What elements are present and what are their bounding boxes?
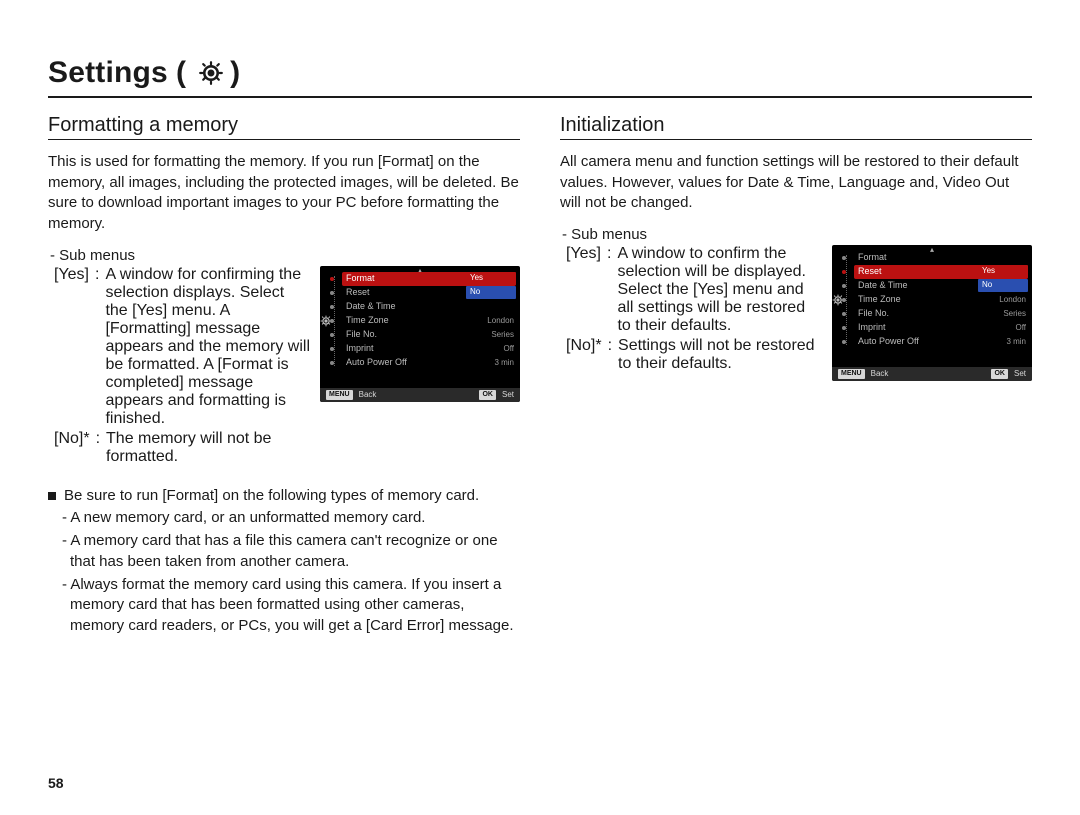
picker-option-no: No [978,279,1028,292]
def-val: Settings will not be restored to their d… [618,337,822,373]
menu-timeline-line [846,255,847,345]
section-initialization: Initialization All camera menu and funct… [560,114,1032,639]
menu-timeline-line [334,276,335,366]
sub-menus-label-left: - Sub menus [50,247,520,264]
sub-menus-defs-left: [Yes] : A window for confirming the sele… [48,266,310,466]
picker-option-yes: Yes [978,265,1028,278]
def-val: A window to confirm the selection will b… [617,245,822,335]
footer-ok-icon: OK [479,390,496,400]
menu-row-timezone: Time ZoneLondon [342,314,516,328]
def-colon: : [96,430,100,466]
page-title-open-paren: ( [176,56,186,90]
def-key: [No]* [566,337,602,373]
manual-page: Settings ( ) Formatting a memory This is… [0,0,1080,815]
section-formatting: Formatting a memory This is used for for… [48,114,520,639]
menu-picker: Yes No [978,265,1028,292]
section-heading-init: Initialization [560,114,1032,140]
def-key: [No]* [54,430,90,466]
gear-icon [198,60,224,86]
footer-set-label: Set [1014,370,1026,378]
page-title: Settings ( ) [48,56,1032,98]
camera-menu-screenshot-format: ▴ Format Reset Date & Time Time ZoneLond… [320,266,520,402]
note-item: - A memory card that has a file this cam… [62,531,520,572]
square-bullet-icon [48,492,56,500]
footer-menu-icon: MENU [838,369,865,379]
section-heading-format: Formatting a memory [48,114,520,140]
menu-row-timezone: Time ZoneLondon [854,293,1028,307]
def-colon: : [95,266,99,428]
page-number: 58 [48,775,64,791]
menu-row-format: Format [854,251,1028,265]
picker-option-yes: Yes [466,272,516,285]
sub-menus-label-right: - Sub menus [562,226,1032,243]
footer-menu-icon: MENU [326,390,353,400]
menu-row-datetime: Date & Time [342,300,516,314]
menu-row-imprint: ImprintOff [854,321,1028,335]
menu-row-autopoweroff: Auto Power Off3 min [854,335,1028,349]
format-note: Be sure to run [Format] on the following… [48,486,520,637]
menu-footer: MENU Back OK Set [832,367,1032,381]
def-val: The memory will not be formatted. [106,430,310,466]
def-key: [Yes] [566,245,601,335]
section-body-init: All camera menu and function settings wi… [560,152,1032,214]
menu-row-imprint: ImprintOff [342,342,516,356]
def-val: A window for confirming the selection di… [105,266,310,428]
menu-row-fileno: File No.Series [854,307,1028,321]
menu-footer: MENU Back OK Set [320,388,520,402]
menu-picker: Yes No [466,272,516,299]
note-heading: Be sure to run [Format] on the following… [64,486,479,507]
footer-set-label: Set [502,391,514,399]
note-item: - Always format the memory card using th… [62,575,520,637]
footer-back-label: Back [359,391,377,399]
footer-back-label: Back [871,370,889,378]
page-title-close-paren: ) [230,56,240,90]
note-item: - A new memory card, or an unformatted m… [62,508,520,529]
menu-row-autopoweroff: Auto Power Off3 min [342,356,516,370]
section-body-format: This is used for formatting the memory. … [48,152,520,235]
def-colon: : [608,337,612,373]
picker-option-no: No [466,286,516,299]
sub-menus-defs-right: [Yes] : A window to confirm the selectio… [560,245,822,373]
def-key: [Yes] [54,266,89,428]
def-colon: : [607,245,611,335]
footer-ok-icon: OK [991,369,1008,379]
camera-menu-screenshot-reset: ▴ Format Reset Date & Time Time ZoneLond… [832,245,1032,381]
menu-row-fileno: File No.Series [342,328,516,342]
page-title-text: Settings [48,56,168,90]
